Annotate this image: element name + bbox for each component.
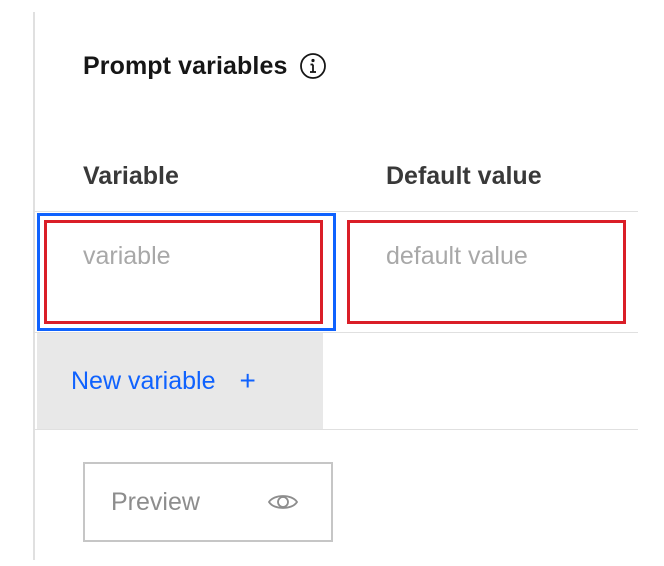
- new-variable-button[interactable]: New variable +: [37, 333, 323, 429]
- column-header-default-value: Default value: [386, 162, 542, 190]
- variable-input[interactable]: [47, 223, 320, 271]
- new-variable-label: New variable: [71, 366, 216, 395]
- preview-button[interactable]: Preview: [83, 462, 333, 542]
- column-header-variable: Variable: [83, 162, 179, 190]
- variable-input-cell: [44, 220, 323, 324]
- default-value-input-cell: [347, 220, 626, 324]
- panel-left-border: [33, 12, 35, 560]
- table-divider: [35, 211, 638, 212]
- plus-icon: +: [239, 365, 256, 396]
- info-icon[interactable]: [299, 52, 327, 80]
- table-divider: [35, 429, 638, 430]
- section-title: Prompt variables: [83, 51, 288, 80]
- default-value-input[interactable]: [350, 223, 623, 271]
- section-header: Prompt variables: [83, 48, 327, 84]
- eye-icon: [267, 491, 299, 513]
- preview-label: Preview: [111, 487, 200, 516]
